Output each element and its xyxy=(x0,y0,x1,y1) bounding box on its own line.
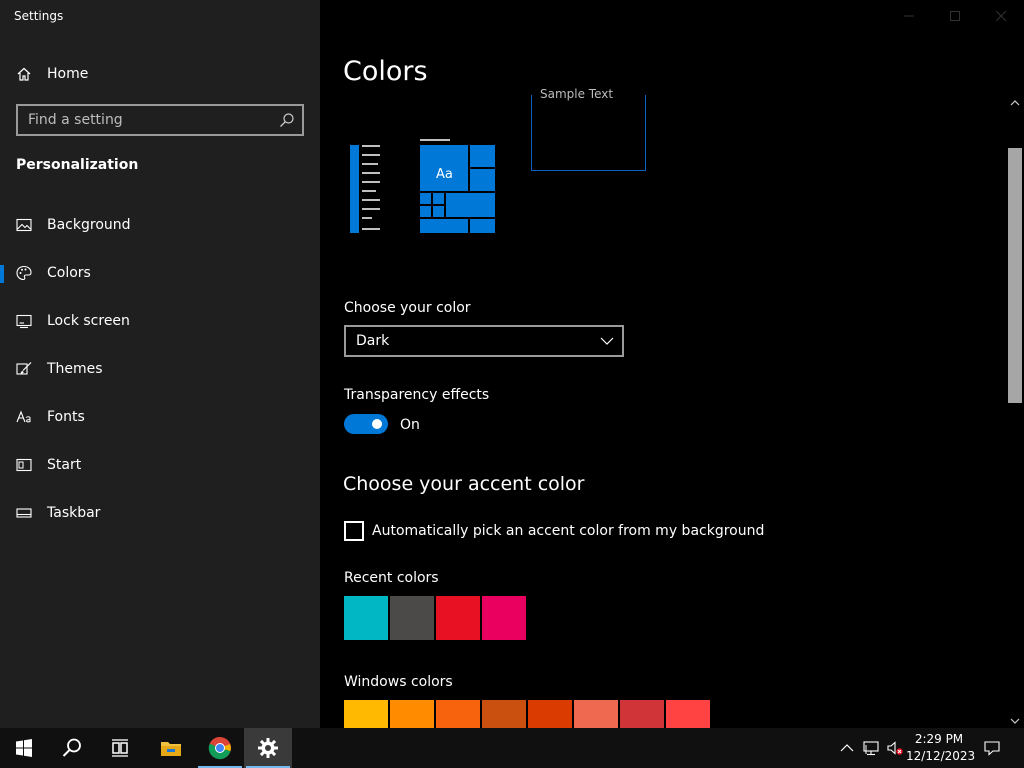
recent-color-swatch[interactable] xyxy=(344,596,388,640)
settings-gear-icon xyxy=(258,738,278,758)
sidebar-item-label: Fonts xyxy=(47,409,85,425)
chevron-up-icon[interactable] xyxy=(839,740,855,756)
chevron-down-icon xyxy=(600,337,614,345)
section-title: Personalization xyxy=(16,157,139,173)
transparency-toggle[interactable] xyxy=(344,414,388,434)
nav-home[interactable]: Home xyxy=(16,62,88,86)
start-menu-preview-icon xyxy=(350,145,380,233)
recent-colors-label: Recent colors xyxy=(344,570,439,586)
search-input[interactable] xyxy=(18,106,268,134)
color-preview: Aa Sample Text xyxy=(343,87,743,245)
file-explorer-button[interactable] xyxy=(147,728,195,768)
scrollbar-thumb[interactable] xyxy=(1008,148,1022,403)
sidebar-item-label: Taskbar xyxy=(47,505,101,521)
windows-color-swatch[interactable] xyxy=(528,700,572,728)
windows-colors-row xyxy=(344,700,712,728)
window-controls xyxy=(886,0,1024,32)
windows-color-swatch[interactable] xyxy=(436,700,480,728)
themes-brush-icon xyxy=(16,361,32,377)
toggle-knob xyxy=(372,419,382,429)
volume-muted-icon[interactable] xyxy=(887,740,903,756)
colors-page: Colors Aa Sample Text Choose your color … xyxy=(320,0,1024,728)
taskbar-search-button[interactable] xyxy=(48,728,96,768)
windows-color-swatch[interactable] xyxy=(344,700,388,728)
taskbar: 2:29 PM 12/12/2023 xyxy=(0,728,1024,768)
start-icon xyxy=(16,457,32,473)
window-title: Settings xyxy=(14,9,64,23)
picture-icon xyxy=(16,217,32,233)
windows-color-swatch[interactable] xyxy=(482,700,526,728)
sidebar-item-label: Lock screen xyxy=(47,313,130,329)
choose-color-dropdown[interactable]: Dark xyxy=(344,325,624,357)
windows-color-swatch[interactable] xyxy=(390,700,434,728)
sample-window-preview: Sample Text xyxy=(531,87,646,171)
home-icon xyxy=(17,67,31,81)
sidebar-item-themes[interactable]: Themes xyxy=(0,349,320,389)
search-icon xyxy=(62,738,81,757)
vertical-scrollbar[interactable] xyxy=(1006,96,1024,728)
settings-button[interactable] xyxy=(244,728,292,768)
chrome-button[interactable] xyxy=(196,728,244,768)
clock-date: 12/12/2023 xyxy=(906,749,976,763)
task-view-icon xyxy=(112,739,128,757)
windows-start-icon xyxy=(16,739,32,757)
maximize-button[interactable] xyxy=(932,0,978,32)
close-icon xyxy=(996,11,1006,21)
maximize-icon xyxy=(950,11,960,21)
scroll-up-arrow-icon[interactable] xyxy=(1010,99,1020,107)
network-icon[interactable] xyxy=(863,740,879,756)
windows-colors-label: Windows colors xyxy=(344,674,453,690)
palette-icon xyxy=(16,265,32,281)
sidebar-item-label: Themes xyxy=(47,361,103,377)
recent-colors-row xyxy=(344,596,528,640)
chrome-icon xyxy=(208,736,231,760)
windows-color-swatch[interactable] xyxy=(666,700,710,728)
tiles-preview: Aa xyxy=(420,139,495,235)
choose-color-label: Choose your color xyxy=(344,300,471,316)
sample-text: Sample Text xyxy=(540,87,614,101)
page-title: Colors xyxy=(343,56,428,87)
transparency-state: On xyxy=(400,417,420,433)
search-icon[interactable] xyxy=(279,112,295,128)
windows-color-swatch[interactable] xyxy=(620,700,664,728)
windows-color-swatch[interactable] xyxy=(574,700,618,728)
scroll-down-arrow-icon[interactable] xyxy=(1010,717,1020,725)
clock-time: 2:29 PM xyxy=(914,732,964,746)
search-setting-box[interactable] xyxy=(16,104,304,136)
recent-color-swatch[interactable] xyxy=(482,596,526,640)
minimize-icon xyxy=(904,15,914,17)
minimize-button[interactable] xyxy=(886,0,932,32)
notifications-icon[interactable] xyxy=(984,740,1000,756)
taskbar-clock[interactable]: 2:29 PM 12/12/2023 xyxy=(906,731,976,765)
sidebar-item-fonts[interactable]: Fonts xyxy=(0,397,320,437)
close-button[interactable] xyxy=(978,0,1024,32)
sidebar-item-label: Start xyxy=(47,457,82,473)
sidebar-item-label: Colors xyxy=(47,265,91,281)
fonts-icon xyxy=(16,409,32,425)
tile-preview-text: Aa xyxy=(436,167,453,182)
auto-accent-label: Automatically pick an accent color from … xyxy=(372,523,765,539)
sidebar-item-background[interactable]: Background xyxy=(0,205,320,245)
accent-heading: Choose your accent color xyxy=(343,473,585,495)
recent-color-swatch[interactable] xyxy=(436,596,480,640)
choose-color-value: Dark xyxy=(356,333,390,349)
recent-color-swatch[interactable] xyxy=(390,596,434,640)
file-explorer-icon xyxy=(161,742,181,756)
sidebar-item-label: Background xyxy=(47,217,131,233)
sidebar-item-start[interactable]: Start xyxy=(0,445,320,485)
sidebar-item-colors[interactable]: Colors xyxy=(0,253,320,293)
auto-accent-checkbox[interactable]: Automatically pick an accent color from … xyxy=(344,521,764,541)
sidebar-item-taskbar[interactable]: Taskbar xyxy=(0,493,320,533)
nav-home-label: Home xyxy=(47,66,89,82)
tiles-preview-icon xyxy=(420,139,495,233)
lock-screen-icon xyxy=(16,313,32,329)
checkbox-box[interactable] xyxy=(344,521,364,541)
start-button[interactable] xyxy=(0,728,48,768)
transparency-label: Transparency effects xyxy=(344,387,490,403)
taskbar-icon xyxy=(16,505,32,521)
sidebar-item-lock-screen[interactable]: Lock screen xyxy=(0,301,320,341)
task-view-button[interactable] xyxy=(96,728,144,768)
navigation-pane: Settings Home Personalization Background… xyxy=(0,0,320,728)
